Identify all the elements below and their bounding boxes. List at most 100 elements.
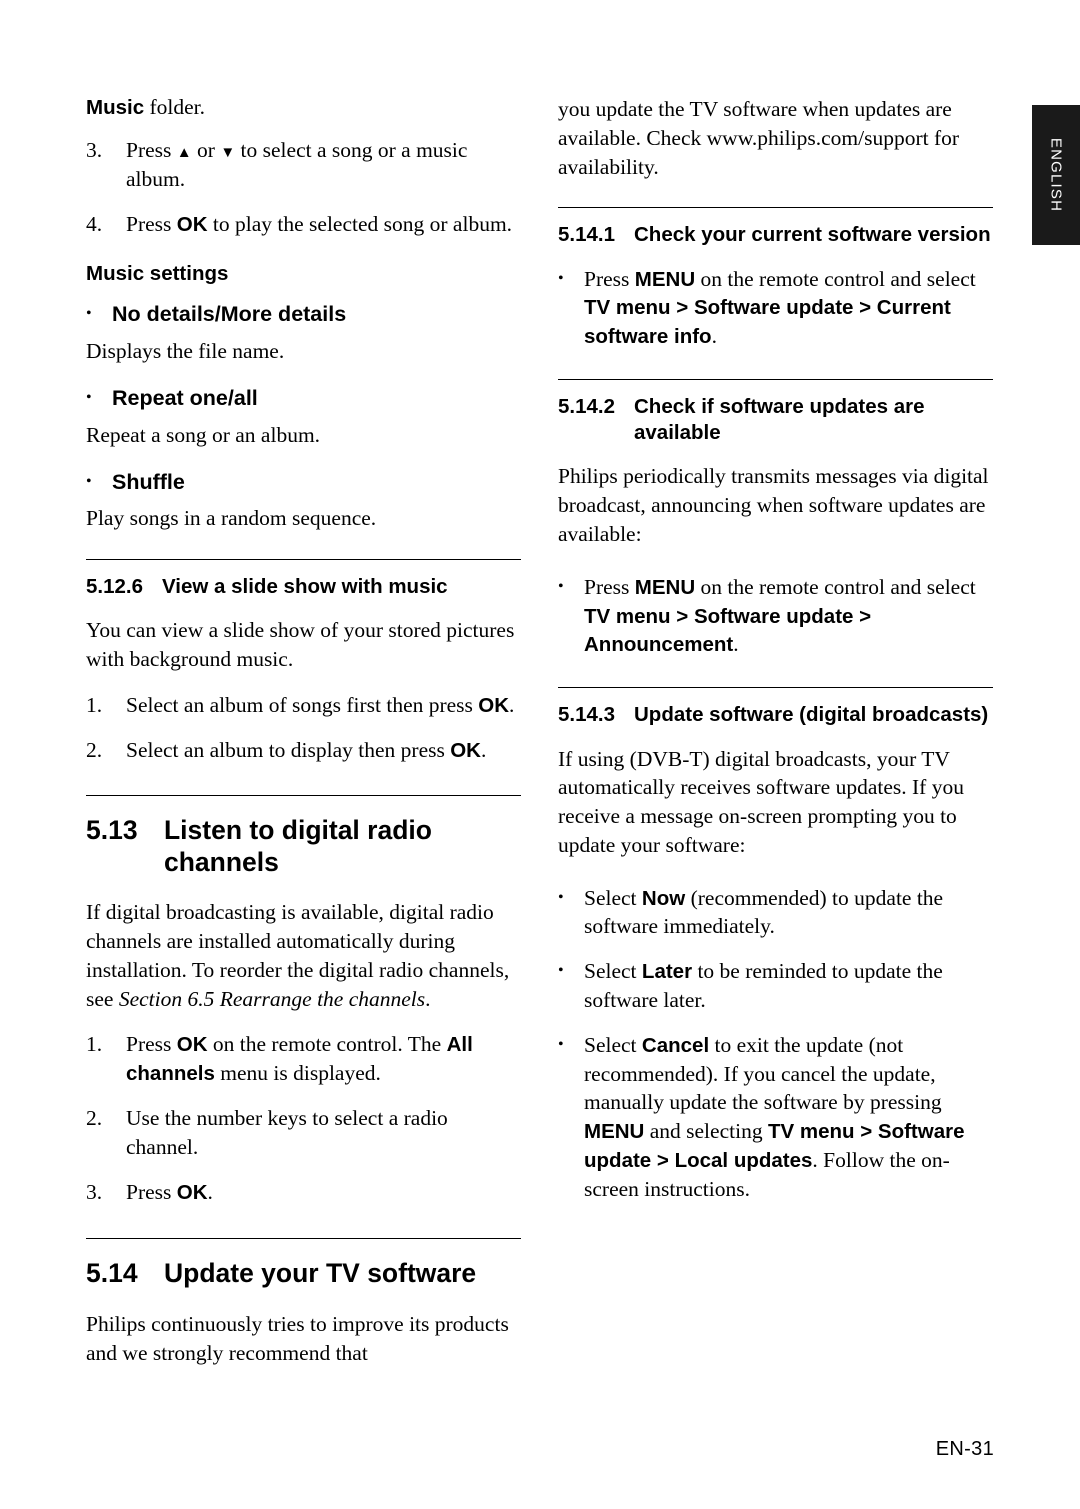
menu-separator: > — [651, 1149, 675, 1173]
list-text: Press OK to play the selected song or al… — [126, 210, 521, 239]
tv-menu-label: TV menu — [584, 296, 671, 320]
section-title: Update software (digital broadcasts) — [634, 703, 989, 727]
list-item: 2. Use the number keys to select a radio… — [86, 1104, 521, 1162]
list-text-pre: Press — [126, 1179, 177, 1204]
menu-separator: > — [854, 1120, 878, 1144]
section-number: 5.12.6 — [86, 575, 143, 599]
section-number: 5.14.1 — [558, 223, 615, 247]
section-intro: If using (DVB-T) digital broadcasts, you… — [558, 746, 964, 857]
ok-key-label: OK — [176, 1180, 208, 1204]
list-text-post: . — [480, 737, 487, 762]
list-item: 1. Press OK on the remote control. The A… — [86, 1030, 521, 1088]
list-item: 3. Press OK. — [86, 1178, 521, 1207]
list-item: • Repeat one/all — [86, 384, 521, 413]
announcement-label: Announcement — [584, 633, 734, 657]
section-intro: You can view a slide show of your stored… — [86, 618, 515, 672]
local-updates-label: Local updates — [674, 1149, 813, 1173]
list-text-pre: Select — [584, 959, 642, 984]
section-heading-5-14-3: 5.14.3 Update software (digital broadcas… — [558, 702, 993, 728]
music-folder-rest: folder. — [144, 95, 206, 119]
section-number: 5.14.2 — [558, 395, 615, 419]
list-text-post: . — [509, 693, 515, 717]
section-title: Listen to digital radio channels — [164, 814, 432, 877]
divider — [86, 794, 521, 796]
list-text-post: menu is displayed. — [214, 1061, 381, 1086]
bullet-icon: • — [558, 1035, 564, 1053]
list-text-mid: on the remote control and select — [695, 574, 976, 599]
setting-desc: Displays the file name. — [86, 339, 285, 364]
continued-paragraph: you update the TV software when updates … — [558, 97, 960, 179]
list-item: • Select Cancel to exit the update (not … — [558, 1031, 993, 1204]
list-text-post: . — [711, 324, 717, 349]
list-item: • Select Now (recommended) to update the… — [558, 884, 993, 942]
list-text: Press MENU on the remote control and sel… — [584, 573, 993, 659]
section-heading-5-14-1: 5.14.1 Check your current software versi… — [558, 222, 993, 248]
list-text-pre: Press — [126, 211, 177, 236]
list-item: • Select Later to be reminded to update … — [558, 957, 993, 1015]
setting-title: No details/More details — [112, 302, 347, 327]
list-text-pre: Select — [584, 885, 642, 910]
divider — [558, 687, 993, 689]
list-item: 2. Select an album to display then press… — [86, 736, 521, 765]
music-settings-heading: Music settings — [86, 262, 229, 286]
list-marker: 2. — [86, 1106, 103, 1131]
list-text: Select Now (recommended) to update the s… — [584, 884, 993, 942]
bullet-icon: • — [558, 577, 564, 595]
list-text: Select an album of songs first then pres… — [126, 691, 521, 720]
divider — [86, 1238, 521, 1240]
up-arrow-icon: ▲ — [176, 145, 192, 161]
software-update-label: Software update — [693, 296, 854, 320]
cross-reference: Section 6.5 Rearrange the channels — [118, 986, 426, 1011]
setting-title: Repeat one/all — [112, 385, 258, 410]
list-text-mid: on the remote control and select — [695, 266, 976, 291]
ok-key-label: OK — [176, 212, 208, 236]
list-item: 4. Press OK to play the selected song or… — [86, 210, 521, 239]
right-column: you update the TV software when updates … — [558, 95, 993, 1220]
cancel-option-label: Cancel — [641, 1033, 710, 1057]
list-marker: 1. — [86, 693, 103, 717]
list-text-pre: Press — [126, 1032, 177, 1057]
list-item: • Press MENU on the remote control and s… — [558, 265, 993, 351]
manual-page: ENGLISH Music folder. 3. Press ▲ or ▼ to… — [0, 0, 1080, 1509]
ok-key-label: OK — [176, 1033, 208, 1057]
section-heading-5-14: 5.14 Update your TV software — [86, 1257, 521, 1289]
bullet-icon: • — [558, 888, 564, 906]
section-number: 5.13 — [86, 814, 138, 845]
language-tab: ENGLISH — [1032, 105, 1080, 245]
music-folder-line: Music folder. — [86, 95, 521, 120]
list-text: Press OK. — [126, 1178, 521, 1207]
menu-separator: > — [670, 604, 694, 628]
list-marker: 2. — [86, 737, 103, 762]
setting-title: Shuffle — [112, 469, 185, 494]
list-text-pre: Select an album of songs first then pres… — [126, 693, 479, 717]
list-text: Use the number keys to select a radio ch… — [126, 1106, 448, 1159]
section-title: Update your TV software — [164, 1258, 477, 1289]
list-item: • Shuffle — [86, 468, 521, 497]
divider — [558, 207, 993, 209]
list-marker: 4. — [86, 211, 103, 236]
setting-desc: Repeat a song or an album. — [86, 422, 321, 447]
list-item: • Press MENU on the remote control and s… — [558, 573, 993, 659]
list-text-mid: on the remote control. The — [207, 1032, 447, 1057]
section-number: 5.14.3 — [558, 703, 615, 727]
setting-desc: Play songs in a random sequence. — [86, 506, 377, 531]
list-text-mid: and selecting — [644, 1119, 768, 1144]
list-text-pre: Select an album to display then press — [126, 737, 451, 762]
section-intro: Philips periodically transmits messages … — [558, 464, 989, 547]
list-text: Select Later to be reminded to update th… — [584, 957, 993, 1015]
list-item: 3. Press ▲ or ▼ to select a song or a mu… — [86, 136, 521, 194]
list-text-post: . — [733, 632, 739, 657]
divider — [86, 559, 521, 561]
menu-key-label: MENU — [634, 267, 696, 291]
section-heading-5-14-2: 5.14.2 Check if software updates are ava… — [558, 394, 993, 446]
menu-separator: > — [853, 296, 877, 320]
divider — [558, 379, 993, 381]
list-text-pre: Select — [584, 1032, 642, 1057]
bullet-icon: • — [558, 269, 564, 287]
left-column: Music folder. 3. Press ▲ or ▼ to select … — [86, 95, 521, 1384]
section-heading-5-13: 5.13 Listen to digital radio channels — [86, 814, 521, 879]
list-text: Press OK on the remote control. The All … — [126, 1030, 521, 1088]
section-intro-post: . — [425, 986, 431, 1011]
page-number: EN-31 — [935, 1438, 994, 1460]
list-text: Press ▲ or ▼ to select a song or a music… — [126, 138, 468, 191]
